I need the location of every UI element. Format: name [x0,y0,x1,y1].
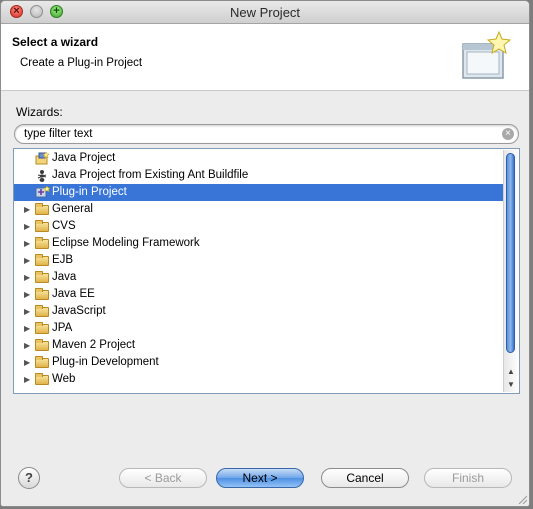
tree-item-label: Java Project from Existing Ant Buildfile [52,169,249,181]
expand-arrow-icon[interactable]: ▶ [24,320,34,337]
tree-item[interactable]: ▶ EJB [14,252,503,269]
scroll-up-arrow-icon[interactable]: ▲ [504,366,518,378]
folder-icon [35,288,49,300]
tree-item[interactable]: ▶ Plug-in Development [14,354,503,371]
tree-item[interactable]: ▶ JavaScript [14,303,503,320]
tree-item-label: JPA [52,322,73,334]
wizard-header: Select a wizard Create a Plug-in Project [1,24,529,91]
expand-arrow-icon[interactable]: ▶ [24,201,34,218]
tree-item-label: General [52,203,93,215]
tree-item[interactable]: Java Project [14,150,503,167]
folder-icon [35,356,49,368]
folder-icon [35,220,49,232]
tree-item-label: Web [52,373,76,385]
window-title: New Project [229,5,301,20]
tree-item-label: Plug-in Project [52,186,127,198]
tree-item-label: Plug-in Development [52,356,159,368]
folder-icon [35,373,49,385]
expand-arrow-icon[interactable]: ▶ [24,218,34,235]
folder-icon [35,237,49,249]
help-button[interactable]: ? [18,467,40,489]
java-project-icon [35,152,50,165]
expand-arrow-icon[interactable]: ▶ [24,286,34,303]
wizard-tree[interactable]: Java Project Java Project from Existing A… [13,148,520,394]
tree-item-label: EJB [52,254,74,266]
scroll-down-arrow-icon[interactable]: ▼ [504,379,518,391]
cancel-button[interactable]: Cancel [321,468,409,488]
tree-item[interactable]: ▶ General [14,201,503,218]
folder-icon [35,305,49,317]
expand-arrow-icon[interactable]: ▶ [24,354,34,371]
expand-arrow-icon[interactable]: ▶ [24,303,34,320]
tree-item-label: Maven 2 Project [52,339,136,351]
tree-item[interactable]: Java Project from Existing Ant Buildfile [14,167,503,184]
tree-item[interactable]: ▶ Maven 2 Project [14,337,503,354]
expand-arrow-icon[interactable]: ▶ [24,337,34,354]
filter-field[interactable]: × [14,124,519,144]
tree-item[interactable]: ▶ Eclipse Modeling Framework [14,235,503,252]
scrollbar-thumb[interactable] [506,153,515,353]
tree-item[interactable]: Plug-in Project [14,184,503,201]
tree-item[interactable]: ▶ Java EE [14,286,503,303]
tree-item-label: Java [52,271,77,283]
tree-item[interactable]: ▶ Web [14,371,503,388]
folder-icon [35,322,49,334]
clear-filter-icon[interactable]: × [502,128,514,140]
vertical-scrollbar[interactable]: ▲ ▼ [503,150,518,392]
expand-arrow-icon[interactable]: ▶ [24,235,34,252]
expand-arrow-icon[interactable]: ▶ [24,252,34,269]
new-project-dialog: × + New Project Select a wizard Create a… [0,0,530,507]
folder-icon [35,271,49,283]
expand-arrow-icon[interactable]: ▶ [24,269,34,286]
wizards-label: Wizards: [16,105,63,119]
resize-grip-icon[interactable] [517,494,527,504]
tree-item-label: Java Project [52,152,116,164]
tree-item[interactable]: ▶ JPA [14,320,503,337]
title-bar[interactable]: × + New Project [1,1,529,24]
filter-input[interactable] [24,126,494,142]
wizard-banner-icon [462,30,512,79]
tree-item-label: CVS [52,220,76,232]
expand-arrow-icon[interactable]: ▶ [24,371,34,388]
folder-icon [35,254,49,266]
folder-icon [35,339,49,351]
finish-button[interactable]: Finish [424,468,512,488]
ant-icon [37,170,47,182]
tree-item[interactable]: ▶ Java [14,269,503,286]
tree-item[interactable]: ▶ CVS [14,218,503,235]
folder-icon [35,203,49,215]
header-description: Create a Plug-in Project [20,57,143,69]
next-button[interactable]: Next > [216,468,304,488]
header-title: Select a wizard [12,35,99,49]
back-button[interactable]: < Back [119,468,207,488]
tree-item-label: Java EE [52,288,95,300]
tree-item-label: JavaScript [52,305,106,317]
plugin-icon [35,186,50,198]
tree-item-label: Eclipse Modeling Framework [52,237,200,249]
